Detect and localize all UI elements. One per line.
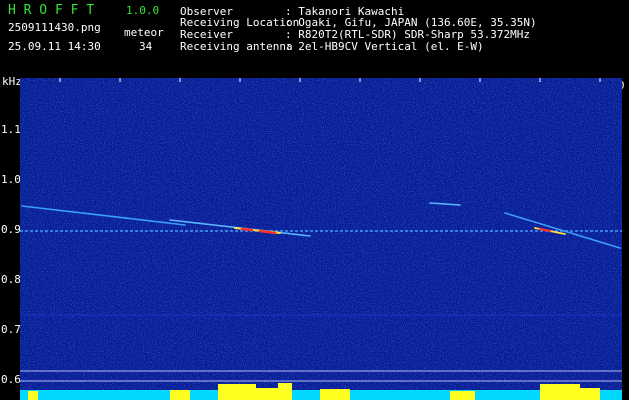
location-value: : Ogaki, Gifu, JAPAN (136.60E, 35.35N) — [285, 16, 537, 29]
date-time: 25.09.11 14:30 — [8, 40, 101, 53]
y-tick-0.7: 0.7 — [1, 323, 21, 336]
spectrogram-area — [20, 78, 622, 400]
unit-label: kHz — [2, 75, 22, 88]
spectrogram-svg — [20, 78, 622, 400]
file-name: 2509111430.png — [8, 21, 101, 34]
y-tick-1.0: 1.0 — [1, 173, 21, 186]
y-tick-0.9: 0.9 — [1, 223, 21, 236]
antenna-value: : 2el-HB9CV Vertical (el. E-W) — [285, 40, 484, 53]
location-label: Receiving Location — [180, 16, 300, 29]
hroft-window: H R O F F T 1.0.0 2509111430.png 25.09.1… — [0, 0, 629, 400]
app-logo: H R O F F T — [8, 3, 95, 18]
receiver-label: Receiver — [180, 28, 233, 41]
receiver-value: : R820T2(RTL-SDR) SDR-Sharp 53.372MHz — [285, 28, 531, 41]
antenna-label: Receiving antenna — [180, 40, 293, 53]
y-tick-0.8: 0.8 — [1, 273, 21, 286]
app-version: 1.0.0 — [126, 4, 160, 17]
y-tick-0.6: 0.6 — [1, 373, 21, 386]
y-tick-1.1: 1.1 — [1, 123, 21, 136]
meteor-count: 34 — [139, 40, 153, 53]
meteor-label: meteor — [124, 26, 164, 39]
noise-texture — [20, 78, 622, 400]
